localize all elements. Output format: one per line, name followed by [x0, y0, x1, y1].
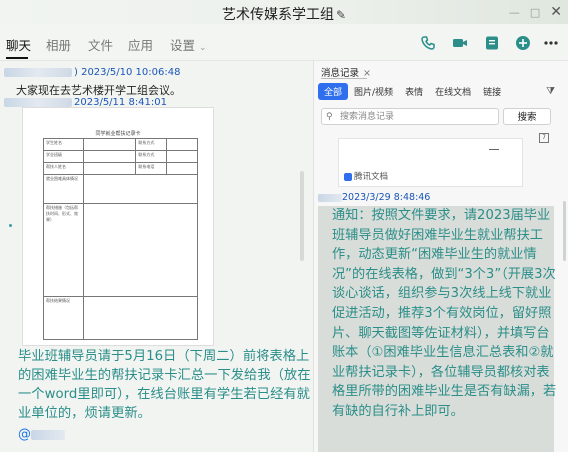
minimize-button[interactable]: —: [509, 6, 520, 19]
table-row: 学生姓名 联系方式: [42, 138, 198, 151]
tencent-docs-icon: [344, 172, 352, 181]
filter-media[interactable]: 图片/视频: [348, 83, 399, 100]
tab-files[interactable]: 文件: [88, 35, 113, 54]
divider: [489, 149, 499, 150]
mention-tag[interactable]: @: [18, 427, 65, 442]
phone-icon[interactable]: [420, 35, 436, 51]
close-button[interactable]: ✕: [550, 4, 562, 20]
pencil-icon[interactable]: ✎: [336, 8, 346, 22]
message-text: 通知：按照文件要求，请2023届毕业班辅导员做好困难毕业生就业帮扶工作，动态更新…: [332, 208, 557, 419]
form-table: 学生姓名 联系方式 学业班级 联系方式 帮扶人姓名 联系电话 就业困难具体情况 …: [42, 138, 198, 340]
video-icon[interactable]: [452, 35, 468, 51]
filter-all[interactable]: 全部: [318, 82, 349, 100]
tab-album[interactable]: 相册: [46, 35, 71, 54]
funnel-icon[interactable]: ⧩: [546, 86, 555, 97]
filter-bar: 全部 图片/视频 表情 在线文档 链接: [318, 82, 507, 100]
screen-share-icon[interactable]: [484, 35, 500, 51]
sender-name-redacted: [4, 67, 72, 77]
tab-apps[interactable]: 应用: [128, 35, 153, 54]
search-button[interactable]: 搜索: [503, 108, 551, 125]
table-row: 帮扶结果情况: [42, 296, 198, 340]
table-row: 帮扶人姓名 联系电话: [42, 162, 198, 175]
window-controls: — □ ✕: [509, 4, 562, 20]
document-image[interactable]: 同学就业帮扶记录卡 学生姓名 联系方式 学业班级 联系方式 帮扶人姓名 联系电话…: [22, 107, 214, 346]
filter-stickers[interactable]: 表情: [399, 83, 429, 100]
message-meta: 2023/3/29 8:48:46: [318, 192, 430, 203]
chevron-down-icon: ⌄: [199, 43, 207, 53]
tab-underline: [321, 78, 367, 79]
tab-message-history[interactable]: 消息记录 ×: [321, 65, 371, 79]
table-row: 就业困难具体情况: [42, 174, 198, 204]
doc-card[interactable]: 腾讯文档: [338, 138, 523, 187]
add-icon[interactable]: [515, 35, 531, 51]
maximize-button[interactable]: □: [530, 6, 540, 19]
calendar-icon[interactable]: 7: [539, 133, 549, 143]
sender-name-redacted: [4, 97, 72, 107]
tab-settings[interactable]: 设置 ⌄: [170, 35, 207, 54]
message-text: 毕业班辅导员请于5月16日（下周二）前将表格上的困难毕业生的帮扶记录卡汇总一下发…: [18, 349, 311, 421]
tab-chat[interactable]: 聊天: [6, 35, 31, 54]
scrollbar[interactable]: [563, 201, 566, 261]
more-icon[interactable]: [543, 35, 559, 51]
notice-message: 通知：按照文件要求，请2023届毕业班辅导员做好困难毕业生就业帮扶工作，动态更新…: [318, 206, 556, 452]
filter-links[interactable]: 链接: [477, 83, 507, 100]
scrollbar[interactable]: [300, 171, 304, 261]
tab-bar: 聊天 相册 文件 应用 设置 ⌄: [0, 24, 568, 61]
unread-dot: [9, 224, 12, 227]
sender-name-redacted: [318, 193, 342, 202]
search-icon: ⚲: [326, 112, 333, 122]
message-meta: ) 2023/5/10 10:06:48: [4, 67, 180, 78]
filter-docs[interactable]: 在线文档: [429, 83, 477, 100]
table-row: 帮扶措施（包括帮扶时间、形式、效果）: [42, 203, 198, 297]
table-row: 学业班级 联系方式: [42, 150, 198, 163]
mention-name-redacted: [31, 429, 65, 440]
active-tab-indicator: [6, 57, 28, 59]
message-text: 大家现在去艺术楼开学工组会议。: [16, 84, 181, 97]
window-title: 艺术传媒系学工组 ✎: [0, 4, 568, 24]
document-title: 同学就业帮扶记录卡: [95, 131, 141, 137]
title-bar: 艺术传媒系学工组 ✎ — □ ✕: [0, 0, 568, 24]
group-name: 艺术传媒系学工组: [221, 7, 334, 23]
search-input[interactable]: ⚲ 搜索消息记录: [321, 108, 499, 125]
doc-source: 腾讯文档: [344, 170, 388, 182]
